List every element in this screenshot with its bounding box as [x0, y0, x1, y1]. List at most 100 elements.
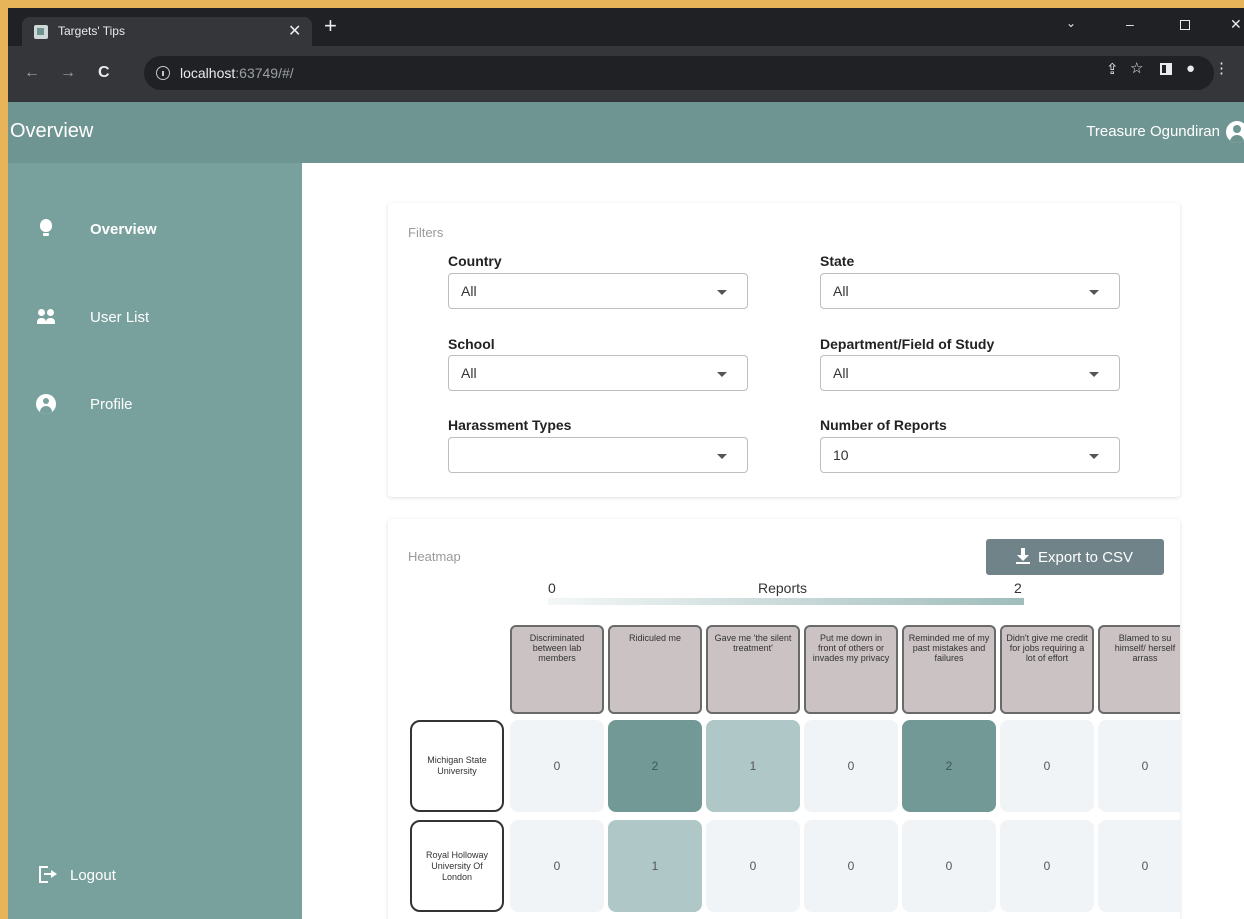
- chevron-down-icon: [1089, 454, 1099, 459]
- chevron-down-icon: [717, 454, 727, 459]
- heatmap-cell-value: 0: [749, 859, 757, 873]
- heatmap-cell[interactable]: 0: [1098, 720, 1180, 812]
- heatmap-cell[interactable]: 1: [608, 820, 702, 912]
- column-header: Blamed to su himself/ herself arrass: [1098, 625, 1180, 714]
- logout-button[interactable]: Logout: [8, 855, 302, 895]
- column-header-label: Gave me 'the silent treatment': [714, 633, 792, 653]
- heatmap-cell-value: 1: [651, 859, 659, 873]
- menu-icon[interactable]: ⋮: [1214, 61, 1229, 76]
- column-header-label: Blamed to su himself/ herself arrass: [1114, 633, 1176, 663]
- main-content: Filters Country All State All School All…: [302, 163, 1244, 919]
- row-header-label: Michigan State University: [427, 755, 487, 776]
- heatmap-cell[interactable]: 0: [706, 820, 800, 912]
- tab-search-icon[interactable]: ⌄: [1066, 16, 1076, 30]
- heatmap-cell[interactable]: 0: [1098, 820, 1180, 912]
- close-tab-icon[interactable]: ✕: [288, 21, 301, 41]
- heatmap-cell[interactable]: 0: [1000, 720, 1094, 812]
- export-csv-button[interactable]: Export to CSV: [986, 539, 1164, 575]
- country-select[interactable]: All: [448, 273, 748, 309]
- heatmap-cell-value: 0: [1043, 859, 1051, 873]
- profile-icon[interactable]: ●: [1186, 61, 1195, 76]
- browser-toolbar: ← → C localhost:63749/#/: [8, 46, 1244, 102]
- sidebar-item-overview[interactable]: Overview: [8, 209, 302, 249]
- sidebar: Overview User List Profile Logout: [8, 163, 302, 919]
- chevron-down-icon: [1089, 290, 1099, 295]
- account-icon[interactable]: [1226, 121, 1244, 143]
- column-header-label: Ridiculed me: [628, 633, 682, 643]
- filters-card: Filters Country All State All School All…: [388, 203, 1180, 497]
- maximize-icon[interactable]: [1180, 20, 1190, 30]
- logout-label: Logout: [70, 867, 116, 884]
- filters-title: Filters: [408, 225, 444, 240]
- heatmap-cell[interactable]: 0: [804, 720, 898, 812]
- back-icon[interactable]: ←: [24, 65, 40, 81]
- heatmap-cell[interactable]: 2: [608, 720, 702, 812]
- state-select[interactable]: All: [820, 273, 1120, 309]
- heatmap-cell[interactable]: 0: [510, 720, 604, 812]
- forward-icon[interactable]: →: [60, 65, 76, 81]
- legend-min: 0: [548, 580, 556, 596]
- heatmap-cell[interactable]: 2: [902, 720, 996, 812]
- sidebar-item-user-list[interactable]: User List: [8, 297, 302, 337]
- share-icon[interactable]: ⇪: [1106, 62, 1119, 77]
- column-header: Ridiculed me: [608, 625, 702, 714]
- sidebar-item-label: Profile: [90, 396, 133, 413]
- heatmap-cell[interactable]: 0: [804, 820, 898, 912]
- column-header: Gave me 'the silent treatment': [706, 625, 800, 714]
- number-of-reports-select[interactable]: 10: [820, 437, 1120, 473]
- app-header: Overview Treasure Ogundiran: [8, 102, 1244, 163]
- harassment-types-select[interactable]: [448, 437, 748, 473]
- column-header-label: Discriminated between lab members: [529, 633, 585, 663]
- url-text: localhost:63749/#/: [180, 65, 294, 81]
- row-header: Michigan State University: [410, 720, 504, 812]
- school-select[interactable]: All: [448, 355, 748, 391]
- department-select[interactable]: All: [820, 355, 1120, 391]
- column-header: Discriminated between lab members: [510, 625, 604, 714]
- tab-title: Targets' Tips: [58, 24, 125, 38]
- address-bar[interactable]: localhost:63749/#/: [144, 56, 1214, 90]
- column-header-label: Reminded me of my past mistakes and fail…: [908, 633, 990, 663]
- sidebar-item-label: User List: [90, 309, 150, 326]
- heatmap-cell[interactable]: 1: [706, 720, 800, 812]
- browser-window: Targets' Tips ✕ + ⌄ – ✕ ← → C localhost:…: [8, 8, 1244, 919]
- heatmap-cell-value: 0: [847, 759, 855, 773]
- chevron-down-icon: [717, 372, 727, 377]
- download-icon: [1016, 548, 1030, 564]
- column-header-label: Put me down in front of others or invade…: [812, 633, 890, 663]
- heatmap-cell-value: 2: [945, 759, 953, 773]
- reload-icon[interactable]: C: [98, 65, 110, 81]
- heatmap-cell[interactable]: 0: [510, 820, 604, 912]
- browser-tab[interactable]: Targets' Tips ✕: [22, 17, 312, 46]
- site-info-icon[interactable]: [156, 66, 170, 80]
- favicon-icon: [34, 25, 48, 39]
- bookmark-star-icon[interactable]: ☆: [1130, 61, 1143, 76]
- heatmap-title: Heatmap: [408, 549, 461, 564]
- legend-max: 2: [1014, 580, 1022, 596]
- minimize-icon[interactable]: –: [1126, 16, 1134, 32]
- lightbulb-icon: [36, 219, 56, 239]
- sidebar-item-profile[interactable]: Profile: [8, 384, 302, 424]
- heatmap-cell[interactable]: 0: [902, 820, 996, 912]
- chevron-down-icon: [1089, 372, 1099, 377]
- column-header: Reminded me of my past mistakes and fail…: [902, 625, 996, 714]
- heatmap-cell[interactable]: 0: [1000, 820, 1094, 912]
- heatmap-cell-value: 0: [1141, 759, 1149, 773]
- side-panel-icon[interactable]: [1160, 63, 1172, 75]
- browser-tab-bar: Targets' Tips ✕ + ⌄ – ✕: [8, 8, 1244, 46]
- column-header: Put me down in front of others or invade…: [804, 625, 898, 714]
- legend-title: Reports: [758, 580, 808, 596]
- heatmap-cell-value: 0: [553, 759, 561, 773]
- heatmap-cell-value: 0: [553, 859, 561, 873]
- state-label: State: [820, 253, 855, 269]
- column-header: Didn't give me credit for jobs requiring…: [1000, 625, 1094, 714]
- heatmap-cell-value: 0: [1043, 759, 1051, 773]
- department-label: Department/Field of Study: [820, 336, 995, 352]
- new-tab-button[interactable]: +: [324, 15, 337, 37]
- user-name[interactable]: Treasure Ogundiran: [1086, 123, 1220, 140]
- country-label: Country: [448, 253, 502, 269]
- account-circle-icon: [36, 394, 56, 414]
- sidebar-item-label: Overview: [90, 221, 157, 238]
- close-window-icon[interactable]: ✕: [1230, 16, 1242, 33]
- row-header: Royal Holloway University Of London: [410, 820, 504, 912]
- row-header-label: Royal Holloway University Of London: [425, 849, 489, 882]
